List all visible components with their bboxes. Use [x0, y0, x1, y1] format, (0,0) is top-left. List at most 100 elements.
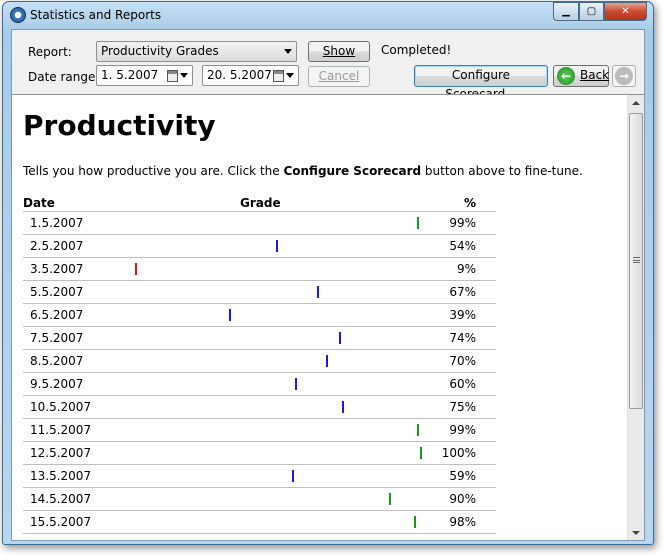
row-percent: 75%: [449, 400, 476, 414]
row-percent: 67%: [449, 285, 476, 299]
row-percent: 54%: [449, 239, 476, 253]
date-range-label: Date range:: [28, 70, 100, 84]
grade-marker: [294, 378, 297, 390]
status-text: Completed!: [381, 43, 452, 57]
row-percent: 100%: [441, 446, 476, 460]
table-row: 3.5.2007 9%: [23, 258, 496, 281]
grades-table: Date Grade % 1.5.2007 99% 2.5.2007 54% 3.5.2…: [23, 196, 496, 534]
table-row: 9.5.2007 60%: [23, 373, 496, 396]
row-date: 6.5.2007: [30, 308, 84, 322]
desc-text: Tells you how productive you are. Click …: [23, 164, 284, 178]
close-icon: ✕: [621, 6, 630, 17]
table-row: 6.5.2007 39%: [23, 304, 496, 327]
page-title: Productivity: [23, 109, 216, 142]
minimize-icon: ▁: [562, 6, 570, 17]
date-from-picker[interactable]: 1. 5.2007: [96, 65, 193, 86]
report-select-value: Productivity Grades: [101, 44, 219, 58]
window: Statistics and Reports ▁ ▢ ✕ Report: Pro…: [2, 1, 654, 545]
chevron-down-icon: [284, 49, 292, 54]
date-to-value: 20. 5.2007: [207, 68, 272, 82]
row-date: 1.5.2007: [30, 216, 84, 230]
window-title: Statistics and Reports: [30, 8, 162, 22]
row-date: 7.5.2007: [30, 331, 84, 345]
grade-marker: [326, 355, 329, 367]
row-date: 5.5.2007: [30, 285, 84, 299]
grip-icon: [633, 257, 640, 263]
show-button-label: Show: [322, 44, 356, 58]
row-percent: 90%: [449, 492, 476, 506]
row-date: 3.5.2007: [30, 262, 84, 276]
table-row: 7.5.2007 74%: [23, 327, 496, 350]
grade-marker: [291, 470, 294, 482]
show-button[interactable]: Show: [308, 41, 370, 62]
table-row: 14.5.2007 90%: [23, 488, 496, 511]
calendar-icon[interactable]: [167, 70, 178, 82]
arrow-left-icon: ←: [557, 67, 575, 85]
row-percent: 60%: [449, 377, 476, 391]
calendar-icon[interactable]: [273, 70, 284, 82]
forward-button[interactable]: →: [612, 65, 636, 87]
row-date: 11.5.2007: [30, 423, 92, 437]
table-header: Date Grade %: [23, 196, 496, 212]
grade-marker: [388, 493, 391, 505]
row-percent: 70%: [449, 354, 476, 368]
maximize-icon: ▢: [586, 6, 597, 17]
close-button[interactable]: ✕: [604, 2, 647, 21]
row-date: 15.5.2007: [30, 515, 92, 529]
report-select[interactable]: Productivity Grades: [96, 41, 297, 62]
cancel-button[interactable]: Cancel: [308, 66, 370, 87]
grade-marker: [416, 424, 419, 436]
report-description: Tells you how productive you are. Click …: [23, 164, 583, 178]
table-row: 1.5.2007 99%: [23, 212, 496, 235]
row-percent: 9%: [456, 262, 476, 276]
row-date: 13.5.2007: [30, 469, 92, 483]
col-grade: Grade: [240, 196, 281, 210]
table-row: 15.5.2007 98%: [23, 511, 496, 534]
desc-text-end: button above to fine-tune.: [421, 164, 583, 178]
table-row: 5.5.2007 67%: [23, 281, 496, 304]
arrow-right-icon: →: [615, 67, 633, 85]
desc-bold: Configure Scorecard: [283, 164, 422, 178]
row-date: 9.5.2007: [30, 377, 84, 391]
table-row: 8.5.2007 70%: [23, 350, 496, 373]
row-date: 8.5.2007: [30, 354, 84, 368]
grade-marker: [338, 332, 341, 344]
scroll-up-icon[interactable]: [632, 101, 640, 105]
row-percent: 99%: [449, 216, 476, 230]
col-date: Date: [23, 196, 55, 210]
grade-marker: [135, 263, 138, 275]
table-row: 11.5.2007 99%: [23, 419, 496, 442]
scrollbar-thumb[interactable]: [629, 113, 643, 409]
row-percent: 74%: [449, 331, 476, 345]
grade-marker: [341, 401, 344, 413]
row-date: 14.5.2007: [30, 492, 92, 506]
row-date: 2.5.2007: [30, 239, 84, 253]
row-date: 10.5.2007: [30, 400, 92, 414]
chevron-down-icon: [180, 73, 188, 78]
row-date: 12.5.2007: [30, 446, 92, 460]
grade-marker: [416, 217, 419, 229]
report-view: Productivity Tells you how productive yo…: [12, 94, 644, 540]
back-button-label: Back: [580, 68, 610, 82]
configure-scorecard-button[interactable]: Configure Scorecard...: [414, 65, 548, 101]
client-area: Report: Productivity Grades Show Complet…: [11, 29, 645, 541]
grade-marker: [276, 240, 279, 252]
maximize-button[interactable]: ▢: [579, 2, 604, 21]
clock-app-icon: [10, 7, 26, 23]
vertical-scrollbar[interactable]: [627, 95, 644, 540]
scroll-down-icon[interactable]: [632, 531, 640, 535]
back-button[interactable]: ← Back: [553, 65, 609, 87]
date-to-picker[interactable]: 20. 5.2007: [202, 65, 299, 86]
minimize-button[interactable]: ▁: [553, 2, 579, 21]
grade-marker: [316, 286, 319, 298]
col-percent: %: [463, 196, 476, 210]
date-from-value: 1. 5.2007: [101, 68, 159, 82]
chevron-down-icon: [286, 73, 294, 78]
table-row: 2.5.2007 54%: [23, 235, 496, 258]
grade-marker: [229, 309, 232, 321]
row-percent: 59%: [449, 469, 476, 483]
grade-marker: [420, 447, 422, 459]
table-row: 10.5.2007 75%: [23, 396, 496, 419]
table-row: 13.5.2007 59%: [23, 465, 496, 488]
row-percent: 98%: [449, 515, 476, 529]
